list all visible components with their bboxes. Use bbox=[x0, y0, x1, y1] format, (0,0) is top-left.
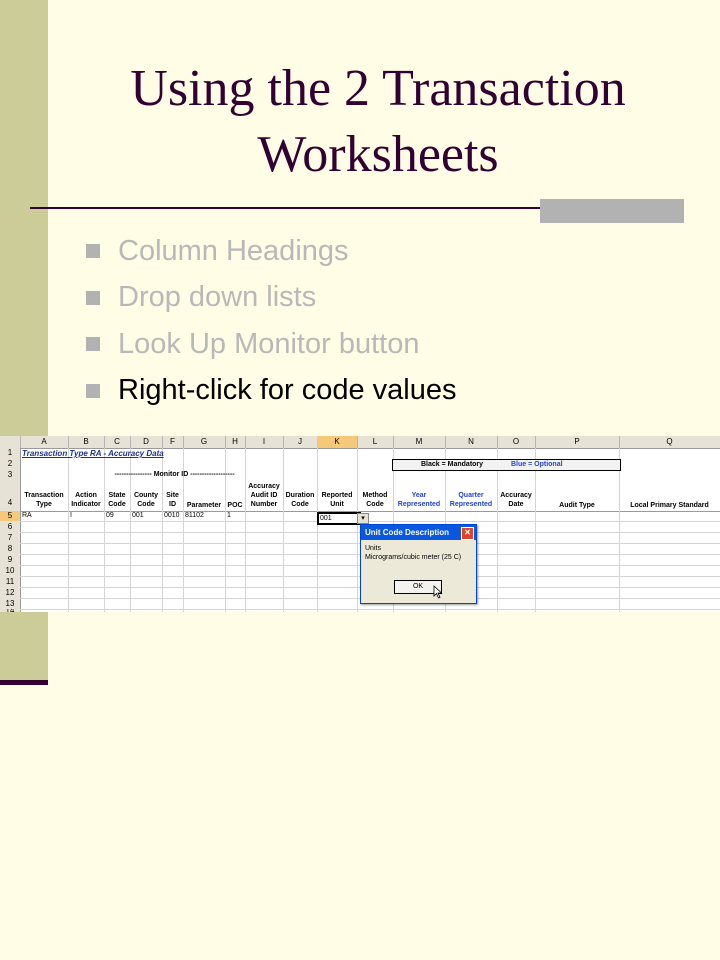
spreadsheet-screenshot: A B C D F G H I J K L M N O P Q 1 2 3 4 … bbox=[0, 436, 720, 612]
row-header-10[interactable]: 10 bbox=[0, 565, 21, 576]
row-header-6[interactable]: 6 bbox=[0, 521, 21, 532]
row-header-2[interactable]: 2 bbox=[0, 458, 21, 470]
row-header-12[interactable]: 12 bbox=[0, 587, 21, 598]
title-line-2: Worksheets bbox=[257, 126, 499, 183]
header-duration-code[interactable]: Duration Code bbox=[283, 491, 317, 509]
legend-mandatory: Black = Mandatory bbox=[421, 461, 484, 468]
cell-a5[interactable]: RA bbox=[22, 512, 32, 519]
col-header-g[interactable]: G bbox=[183, 436, 226, 448]
col-header-f[interactable]: F bbox=[162, 436, 184, 448]
column-header-bar: A B C D F G H I J K L M N O P Q bbox=[0, 436, 720, 449]
gridline bbox=[535, 448, 536, 612]
col-header-q[interactable]: Q bbox=[619, 436, 720, 448]
row-header-5[interactable]: 5 bbox=[0, 511, 21, 521]
unit-code-dialog: Unit Code Description ✕ Units Micrograms… bbox=[360, 524, 477, 604]
bullet-square-icon bbox=[86, 337, 100, 352]
header-site-id[interactable]: Site ID bbox=[162, 491, 183, 509]
header-quarter-represented[interactable]: Quarter Represented bbox=[445, 491, 497, 509]
gridline bbox=[68, 448, 69, 612]
gridline bbox=[245, 448, 246, 612]
header-year-represented[interactable]: Year Represented bbox=[393, 491, 445, 509]
col-header-o[interactable]: O bbox=[497, 436, 536, 448]
cell-c5[interactable]: 09 bbox=[106, 512, 114, 519]
header-parameter[interactable]: Parameter bbox=[183, 501, 225, 510]
header-transaction-type[interactable]: Transaction Type bbox=[20, 491, 68, 509]
dialog-title: Unit Code Description bbox=[365, 528, 450, 537]
dialog-line-description: Micrograms/cubic meter (25 C) bbox=[365, 554, 462, 561]
title-line-1: Using the 2 Transaction bbox=[130, 60, 626, 117]
bullet-item: Column Headings bbox=[86, 228, 456, 275]
slide-title: Using the 2 Transaction Worksheets bbox=[48, 56, 708, 188]
select-all-corner[interactable] bbox=[0, 436, 21, 448]
gridline bbox=[20, 511, 720, 512]
mouse-cursor-icon bbox=[433, 585, 443, 599]
row-header-9[interactable]: 9 bbox=[0, 554, 21, 565]
col-header-m[interactable]: M bbox=[393, 436, 446, 448]
bullet-square-icon bbox=[86, 244, 100, 259]
monitor-id-label: ---------------- Monitor ID ------------… bbox=[114, 471, 235, 478]
left-sidebar-accent bbox=[0, 680, 48, 685]
row-header-14[interactable]: 14 bbox=[0, 609, 21, 612]
bullet-item: Drop down lists bbox=[86, 275, 456, 322]
sheet-title[interactable]: Transaction Type RA - Accuracy Data bbox=[22, 449, 164, 458]
header-local-primary-standard[interactable]: Local Primary Standard bbox=[619, 501, 720, 510]
cell-k5-selected[interactable]: 001 bbox=[317, 512, 361, 525]
cell-h5[interactable]: 1 bbox=[227, 512, 231, 519]
cell-d5[interactable]: 001 bbox=[132, 512, 144, 519]
bullet-list: Column Headings Drop down lists Look Up … bbox=[86, 228, 456, 414]
cell-b5[interactable]: I bbox=[70, 512, 72, 519]
header-accuracy-audit-id[interactable]: Accuracy Audit ID Number bbox=[245, 482, 283, 509]
row-header-8[interactable]: 8 bbox=[0, 543, 21, 554]
col-header-d[interactable]: D bbox=[130, 436, 163, 448]
header-method-code[interactable]: Method Code bbox=[357, 491, 393, 509]
header-reported-unit[interactable]: Reported Unit bbox=[317, 491, 357, 509]
row-header-11[interactable]: 11 bbox=[0, 576, 21, 587]
close-icon[interactable]: ✕ bbox=[461, 527, 474, 540]
bullet-square-icon bbox=[86, 290, 100, 305]
bullet-square-icon bbox=[86, 383, 100, 398]
row-header-7[interactable]: 7 bbox=[0, 532, 21, 543]
header-accuracy-date[interactable]: Accuracy Date bbox=[497, 491, 535, 509]
dialog-title-bar[interactable]: Unit Code Description ✕ bbox=[361, 525, 476, 540]
row-header-3[interactable]: 3 bbox=[0, 470, 21, 480]
gridline bbox=[317, 448, 318, 612]
bullet-item: Look Up Monitor button bbox=[86, 321, 456, 368]
gridline bbox=[357, 448, 358, 612]
gridline bbox=[283, 448, 284, 612]
title-accent-block bbox=[540, 199, 684, 223]
header-poc[interactable]: POC bbox=[225, 501, 245, 510]
cell-g5[interactable]: 81102 bbox=[185, 512, 204, 519]
legend-box: Black = Mandatory Blue = Optional bbox=[392, 459, 621, 471]
col-header-n[interactable]: N bbox=[445, 436, 498, 448]
col-header-l[interactable]: L bbox=[357, 436, 394, 448]
cell-f5[interactable]: 0010 bbox=[164, 512, 180, 519]
header-state-code[interactable]: State Code bbox=[104, 491, 130, 509]
gridline bbox=[20, 609, 720, 610]
bullet-item-active: Right-click for code values bbox=[86, 368, 456, 415]
col-header-p[interactable]: P bbox=[535, 436, 620, 448]
row-header-4[interactable]: 4 bbox=[0, 480, 21, 511]
dropdown-arrow-icon[interactable]: ▾ bbox=[357, 513, 369, 524]
header-audit-type[interactable]: Audit Type bbox=[535, 501, 619, 510]
gridline bbox=[619, 448, 620, 612]
col-header-a[interactable]: A bbox=[20, 436, 69, 448]
gridline bbox=[20, 521, 720, 522]
col-header-b[interactable]: B bbox=[68, 436, 105, 448]
header-action-indicator[interactable]: Action Indicator bbox=[68, 491, 104, 509]
col-header-k[interactable]: K bbox=[317, 436, 358, 448]
col-header-j[interactable]: J bbox=[283, 436, 318, 448]
legend-optional: Blue = Optional bbox=[511, 461, 563, 468]
row-header-13[interactable]: 13 bbox=[0, 598, 21, 609]
header-county-code[interactable]: County Code bbox=[130, 491, 162, 509]
dialog-line-units: Units bbox=[365, 545, 381, 552]
col-header-h[interactable]: H bbox=[225, 436, 246, 448]
gridline bbox=[497, 448, 498, 612]
col-header-c[interactable]: C bbox=[104, 436, 131, 448]
col-header-i[interactable]: I bbox=[245, 436, 284, 448]
row-header-1[interactable]: 1 bbox=[0, 448, 21, 458]
